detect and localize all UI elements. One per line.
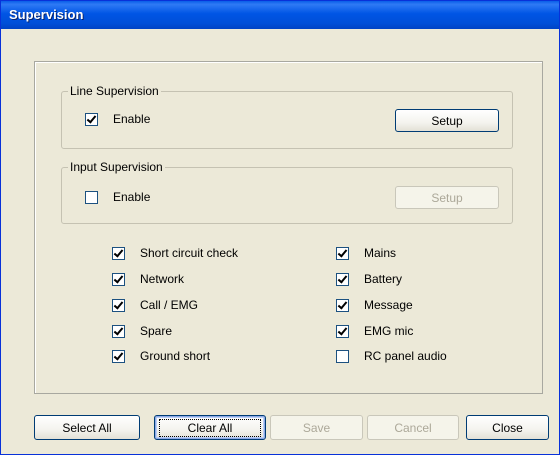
checkbox-label: Ground short (140, 349, 211, 363)
checkbox-box[interactable] (336, 272, 349, 286)
line-supervision-setup-button[interactable]: Setup (395, 109, 499, 132)
checkbox-label: Battery (364, 272, 403, 286)
checkbox-label: Message (364, 298, 413, 312)
window-title: Supervision (9, 7, 84, 22)
input-supervision-enable-checkbox[interactable]: Enable (85, 189, 150, 205)
checkbox-box[interactable] (85, 190, 98, 204)
checkbox-box[interactable] (85, 112, 98, 126)
checkbox-box[interactable] (112, 246, 125, 260)
checkbox-label: Enable (113, 112, 151, 126)
checkbox-label: Short circuit check (140, 246, 239, 260)
button-label: Setup (431, 190, 463, 205)
checkbox-label: Spare (140, 324, 173, 338)
check-network[interactable]: Network (112, 271, 184, 287)
close-button[interactable]: Close (466, 415, 549, 440)
checkbox-box[interactable] (336, 298, 349, 312)
check-short-circuit[interactable]: Short circuit check (112, 245, 238, 261)
check-message[interactable]: Message (336, 297, 413, 313)
checkbox-box[interactable] (112, 349, 125, 363)
checkbox-label: Mains (364, 246, 397, 260)
check-ground-short[interactable]: Ground short (112, 348, 210, 364)
line-supervision-legend: Line Supervision (68, 84, 161, 98)
checkbox-box[interactable] (112, 298, 125, 312)
line-supervision-enable-checkbox[interactable]: Enable (85, 111, 150, 127)
checkbox-label: Call / EMG (140, 298, 199, 312)
checkbox-box[interactable] (112, 272, 125, 286)
button-label: Save (302, 420, 331, 435)
input-supervision-setup-button[interactable]: Setup (395, 186, 499, 209)
button-label: Clear All (158, 418, 262, 437)
clear-all-button[interactable]: Clear All (154, 415, 266, 440)
save-button[interactable]: Save (270, 415, 363, 440)
checkbox-label: Enable (113, 190, 151, 204)
button-label: Setup (431, 113, 463, 128)
check-rc-panel-audio[interactable]: RC panel audio (336, 348, 447, 364)
check-spare[interactable]: Spare (112, 323, 172, 339)
check-mains[interactable]: Mains (336, 245, 396, 261)
input-supervision-legend: Input Supervision (68, 160, 165, 174)
select-all-button[interactable]: Select All (34, 415, 140, 440)
supervision-dialog: Supervision Line Supervision Enable Setu… (0, 0, 560, 455)
button-label: Cancel (394, 420, 432, 435)
check-emg-mic[interactable]: EMG mic (336, 323, 413, 339)
checkbox-box[interactable] (112, 324, 125, 338)
cancel-button[interactable]: Cancel (367, 415, 459, 440)
checkbox-box[interactable] (336, 324, 349, 338)
title-bar[interactable]: Supervision (1, 1, 559, 29)
checkbox-label: Network (140, 272, 185, 286)
button-label: Select All (62, 420, 112, 435)
checkbox-box[interactable] (336, 349, 349, 363)
check-call-emg[interactable]: Call / EMG (112, 297, 198, 313)
checkbox-label: EMG mic (364, 324, 414, 338)
checkbox-box[interactable] (336, 246, 349, 260)
checkbox-label: RC panel audio (364, 349, 447, 363)
button-label: Close (492, 420, 523, 435)
check-battery[interactable]: Battery (336, 271, 402, 287)
